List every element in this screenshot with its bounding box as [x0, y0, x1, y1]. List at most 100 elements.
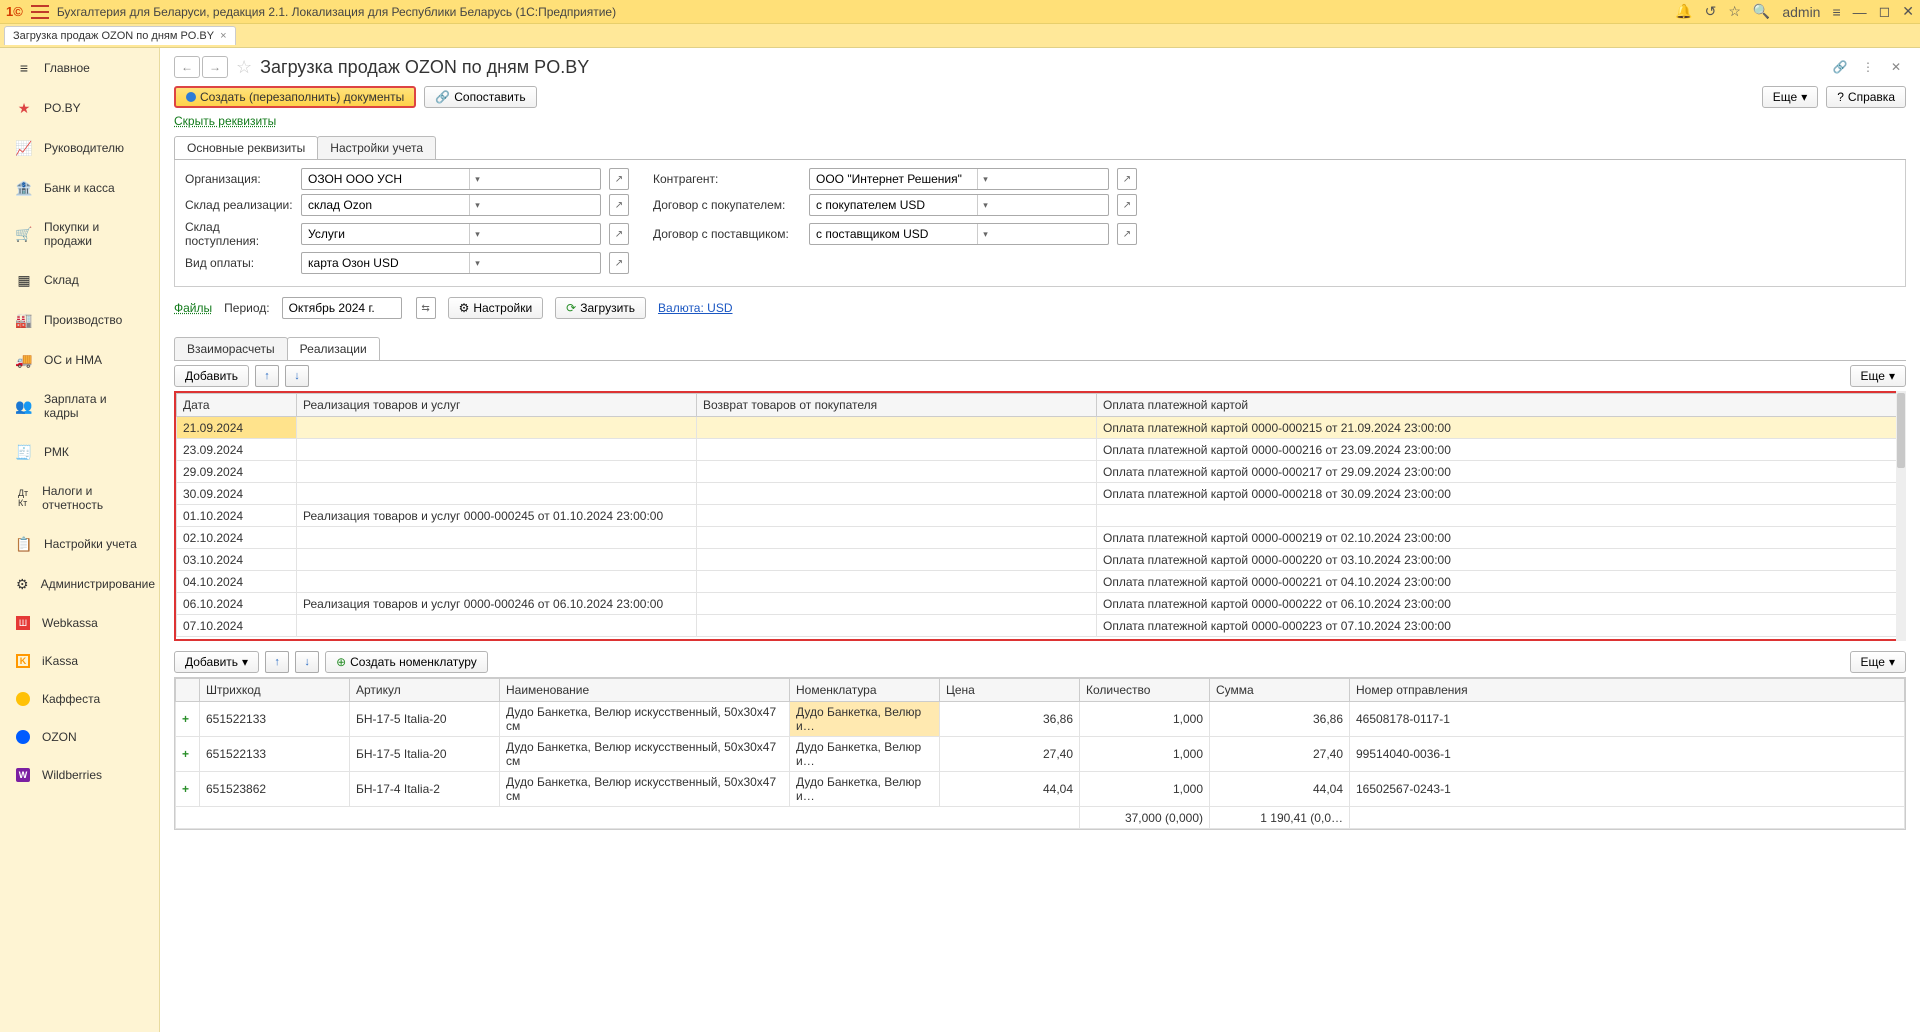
dogovor-pok-input[interactable]: ▾: [809, 194, 1109, 216]
settings-icon[interactable]: ≡: [1832, 4, 1840, 20]
sklad-real-value[interactable]: [302, 195, 469, 215]
cell-qty[interactable]: 1,000: [1080, 737, 1210, 772]
table-row[interactable]: 01.10.2024 Реализация товаров и услуг 00…: [177, 505, 1904, 527]
table-row[interactable]: + 651522133 БН-17-5 Italia-20 Дудо Банке…: [176, 737, 1905, 772]
realizations-table[interactable]: Дата Реализация товаров и услуг Возврат …: [176, 393, 1904, 637]
cell-return[interactable]: [697, 505, 1097, 527]
chevron-down-icon[interactable]: ▾: [469, 253, 485, 273]
chevron-down-icon[interactable]: ▾: [977, 169, 993, 189]
table-row[interactable]: 02.10.2024 Оплата платежной картой 0000-…: [177, 527, 1904, 549]
sidebar-item-assets[interactable]: 🚚ОС и НМА: [0, 340, 159, 380]
cell-return[interactable]: [697, 615, 1097, 637]
period-input[interactable]: …: [282, 297, 402, 319]
open-ref-button[interactable]: ↗: [609, 168, 629, 190]
cell-payment[interactable]: Оплата платежной картой 0000-000216 от 2…: [1097, 439, 1904, 461]
chevron-down-icon[interactable]: ▾: [977, 224, 993, 244]
cell-article[interactable]: БН-17-5 Italia-20: [350, 737, 500, 772]
history-icon[interactable]: ↺: [1705, 3, 1717, 20]
cell-return[interactable]: [697, 461, 1097, 483]
col-name[interactable]: Наименование: [500, 679, 790, 702]
col-ship[interactable]: Номер отправления: [1350, 679, 1905, 702]
cell-barcode[interactable]: 651523862: [200, 772, 350, 807]
more-table2-button[interactable]: Еще ▾: [1850, 651, 1906, 673]
cell-payment[interactable]: [1097, 505, 1904, 527]
kontragent-value[interactable]: [810, 169, 977, 189]
cell-qty[interactable]: 1,000: [1080, 772, 1210, 807]
cell-payment[interactable]: Оплата платежной картой 0000-000220 от 0…: [1097, 549, 1904, 571]
open-ref-button[interactable]: ↗: [609, 194, 629, 216]
more-table1-button[interactable]: Еще ▾: [1850, 365, 1906, 387]
sklad-post-input[interactable]: ▾: [301, 223, 601, 245]
cell-article[interactable]: БН-17-4 Italia-2: [350, 772, 500, 807]
col-price[interactable]: Цена: [940, 679, 1080, 702]
search-icon[interactable]: 🔍: [1753, 3, 1770, 20]
cell-return[interactable]: [697, 571, 1097, 593]
cell-nomen[interactable]: Дудо Банкетка, Велюр и…: [790, 737, 940, 772]
nav-back-button[interactable]: ←: [174, 56, 200, 78]
table-row[interactable]: + 651522133 БН-17-5 Italia-20 Дудо Банке…: [176, 702, 1905, 737]
chevron-down-icon[interactable]: ▾: [469, 224, 485, 244]
sidebar-item-rmk[interactable]: 🧾РМК: [0, 432, 159, 472]
chevron-down-icon[interactable]: ▾: [977, 195, 993, 215]
link-icon[interactable]: 🔗: [1830, 57, 1850, 77]
help-button[interactable]: ? Справка: [1826, 86, 1906, 108]
more-button[interactable]: Еще ▾: [1762, 86, 1818, 108]
cell-sum[interactable]: 44,04: [1210, 772, 1350, 807]
add-row-button[interactable]: Добавить: [174, 365, 249, 387]
col-article[interactable]: Артикул: [350, 679, 500, 702]
cell-return[interactable]: [697, 527, 1097, 549]
cell-realization[interactable]: Реализация товаров и услуг 0000-000245 о…: [297, 505, 697, 527]
cell-return[interactable]: [697, 593, 1097, 615]
sidebar-item-webkassa[interactable]: ШWebkassa: [0, 604, 159, 642]
sidebar-item-settings[interactable]: 📋Настройки учета: [0, 524, 159, 564]
col-sum[interactable]: Сумма: [1210, 679, 1350, 702]
sklad-post-value[interactable]: [302, 224, 469, 244]
vid-oplaty-input[interactable]: ▾: [301, 252, 601, 274]
open-ref-button[interactable]: ↗: [1117, 168, 1137, 190]
cell-realization[interactable]: [297, 549, 697, 571]
cell-sum[interactable]: 36,86: [1210, 702, 1350, 737]
tab-close-icon[interactable]: ×: [220, 30, 226, 42]
move-up2-button[interactable]: ↑: [265, 651, 289, 673]
load-button[interactable]: ⟳Загрузить: [555, 297, 646, 319]
table-row[interactable]: 30.09.2024 Оплата платежной картой 0000-…: [177, 483, 1904, 505]
kontragent-input[interactable]: ▾: [809, 168, 1109, 190]
col-return[interactable]: Возврат товаров от покупателя: [697, 394, 1097, 417]
cell-date[interactable]: 04.10.2024: [177, 571, 297, 593]
dogovor-post-value[interactable]: [810, 224, 977, 244]
open-ref-button[interactable]: ↗: [609, 252, 629, 274]
col-payment[interactable]: Оплата платежной картой: [1097, 394, 1904, 417]
sidebar-item-poby[interactable]: ★PO.BY: [0, 88, 159, 128]
sidebar-item-bank[interactable]: 🏦Банк и касса: [0, 168, 159, 208]
cell-price[interactable]: 27,40: [940, 737, 1080, 772]
cell-date[interactable]: 02.10.2024: [177, 527, 297, 549]
cell-price[interactable]: 36,86: [940, 702, 1080, 737]
cell-date[interactable]: 06.10.2024: [177, 593, 297, 615]
nav-forward-button[interactable]: →: [202, 56, 228, 78]
cell-nomen[interactable]: Дудо Банкетка, Велюр и…: [790, 702, 940, 737]
sidebar-item-manager[interactable]: 📈Руководителю: [0, 128, 159, 168]
cell-payment[interactable]: Оплата платежной картой 0000-000219 от 0…: [1097, 527, 1904, 549]
create-nomenclature-button[interactable]: ⊕Создать номенклатуру: [325, 651, 488, 673]
sidebar-item-ozon[interactable]: OZON: [0, 718, 159, 756]
cell-date[interactable]: 23.09.2024: [177, 439, 297, 461]
sidebar-item-kaffesta[interactable]: Каффеста: [0, 680, 159, 718]
table-row[interactable]: 23.09.2024 Оплата платежной картой 0000-…: [177, 439, 1904, 461]
cell-article[interactable]: БН-17-5 Italia-20: [350, 702, 500, 737]
kebab-icon[interactable]: ⋮: [1858, 57, 1878, 77]
cell-realization[interactable]: Реализация товаров и услуг 0000-000246 о…: [297, 593, 697, 615]
cell-barcode[interactable]: 651522133: [200, 737, 350, 772]
tab-realizations[interactable]: Реализации: [287, 337, 380, 360]
maximize-icon[interactable]: ◻: [1879, 3, 1891, 20]
currency-link[interactable]: Валюта: USD: [658, 301, 732, 315]
cell-realization[interactable]: [297, 439, 697, 461]
cell-return[interactable]: [697, 483, 1097, 505]
sidebar-item-admin[interactable]: ⚙Администрирование: [0, 564, 159, 604]
dogovor-post-input[interactable]: ▾: [809, 223, 1109, 245]
col-date[interactable]: Дата: [177, 394, 297, 417]
hamburger-menu[interactable]: [31, 5, 49, 19]
cell-payment[interactable]: Оплата платежной картой 0000-000217 от 2…: [1097, 461, 1904, 483]
sklad-real-input[interactable]: ▾: [301, 194, 601, 216]
document-tab[interactable]: Загрузка продаж OZON по дням PO.BY ×: [4, 26, 236, 45]
cell-ship[interactable]: 99514040-0036-1: [1350, 737, 1905, 772]
